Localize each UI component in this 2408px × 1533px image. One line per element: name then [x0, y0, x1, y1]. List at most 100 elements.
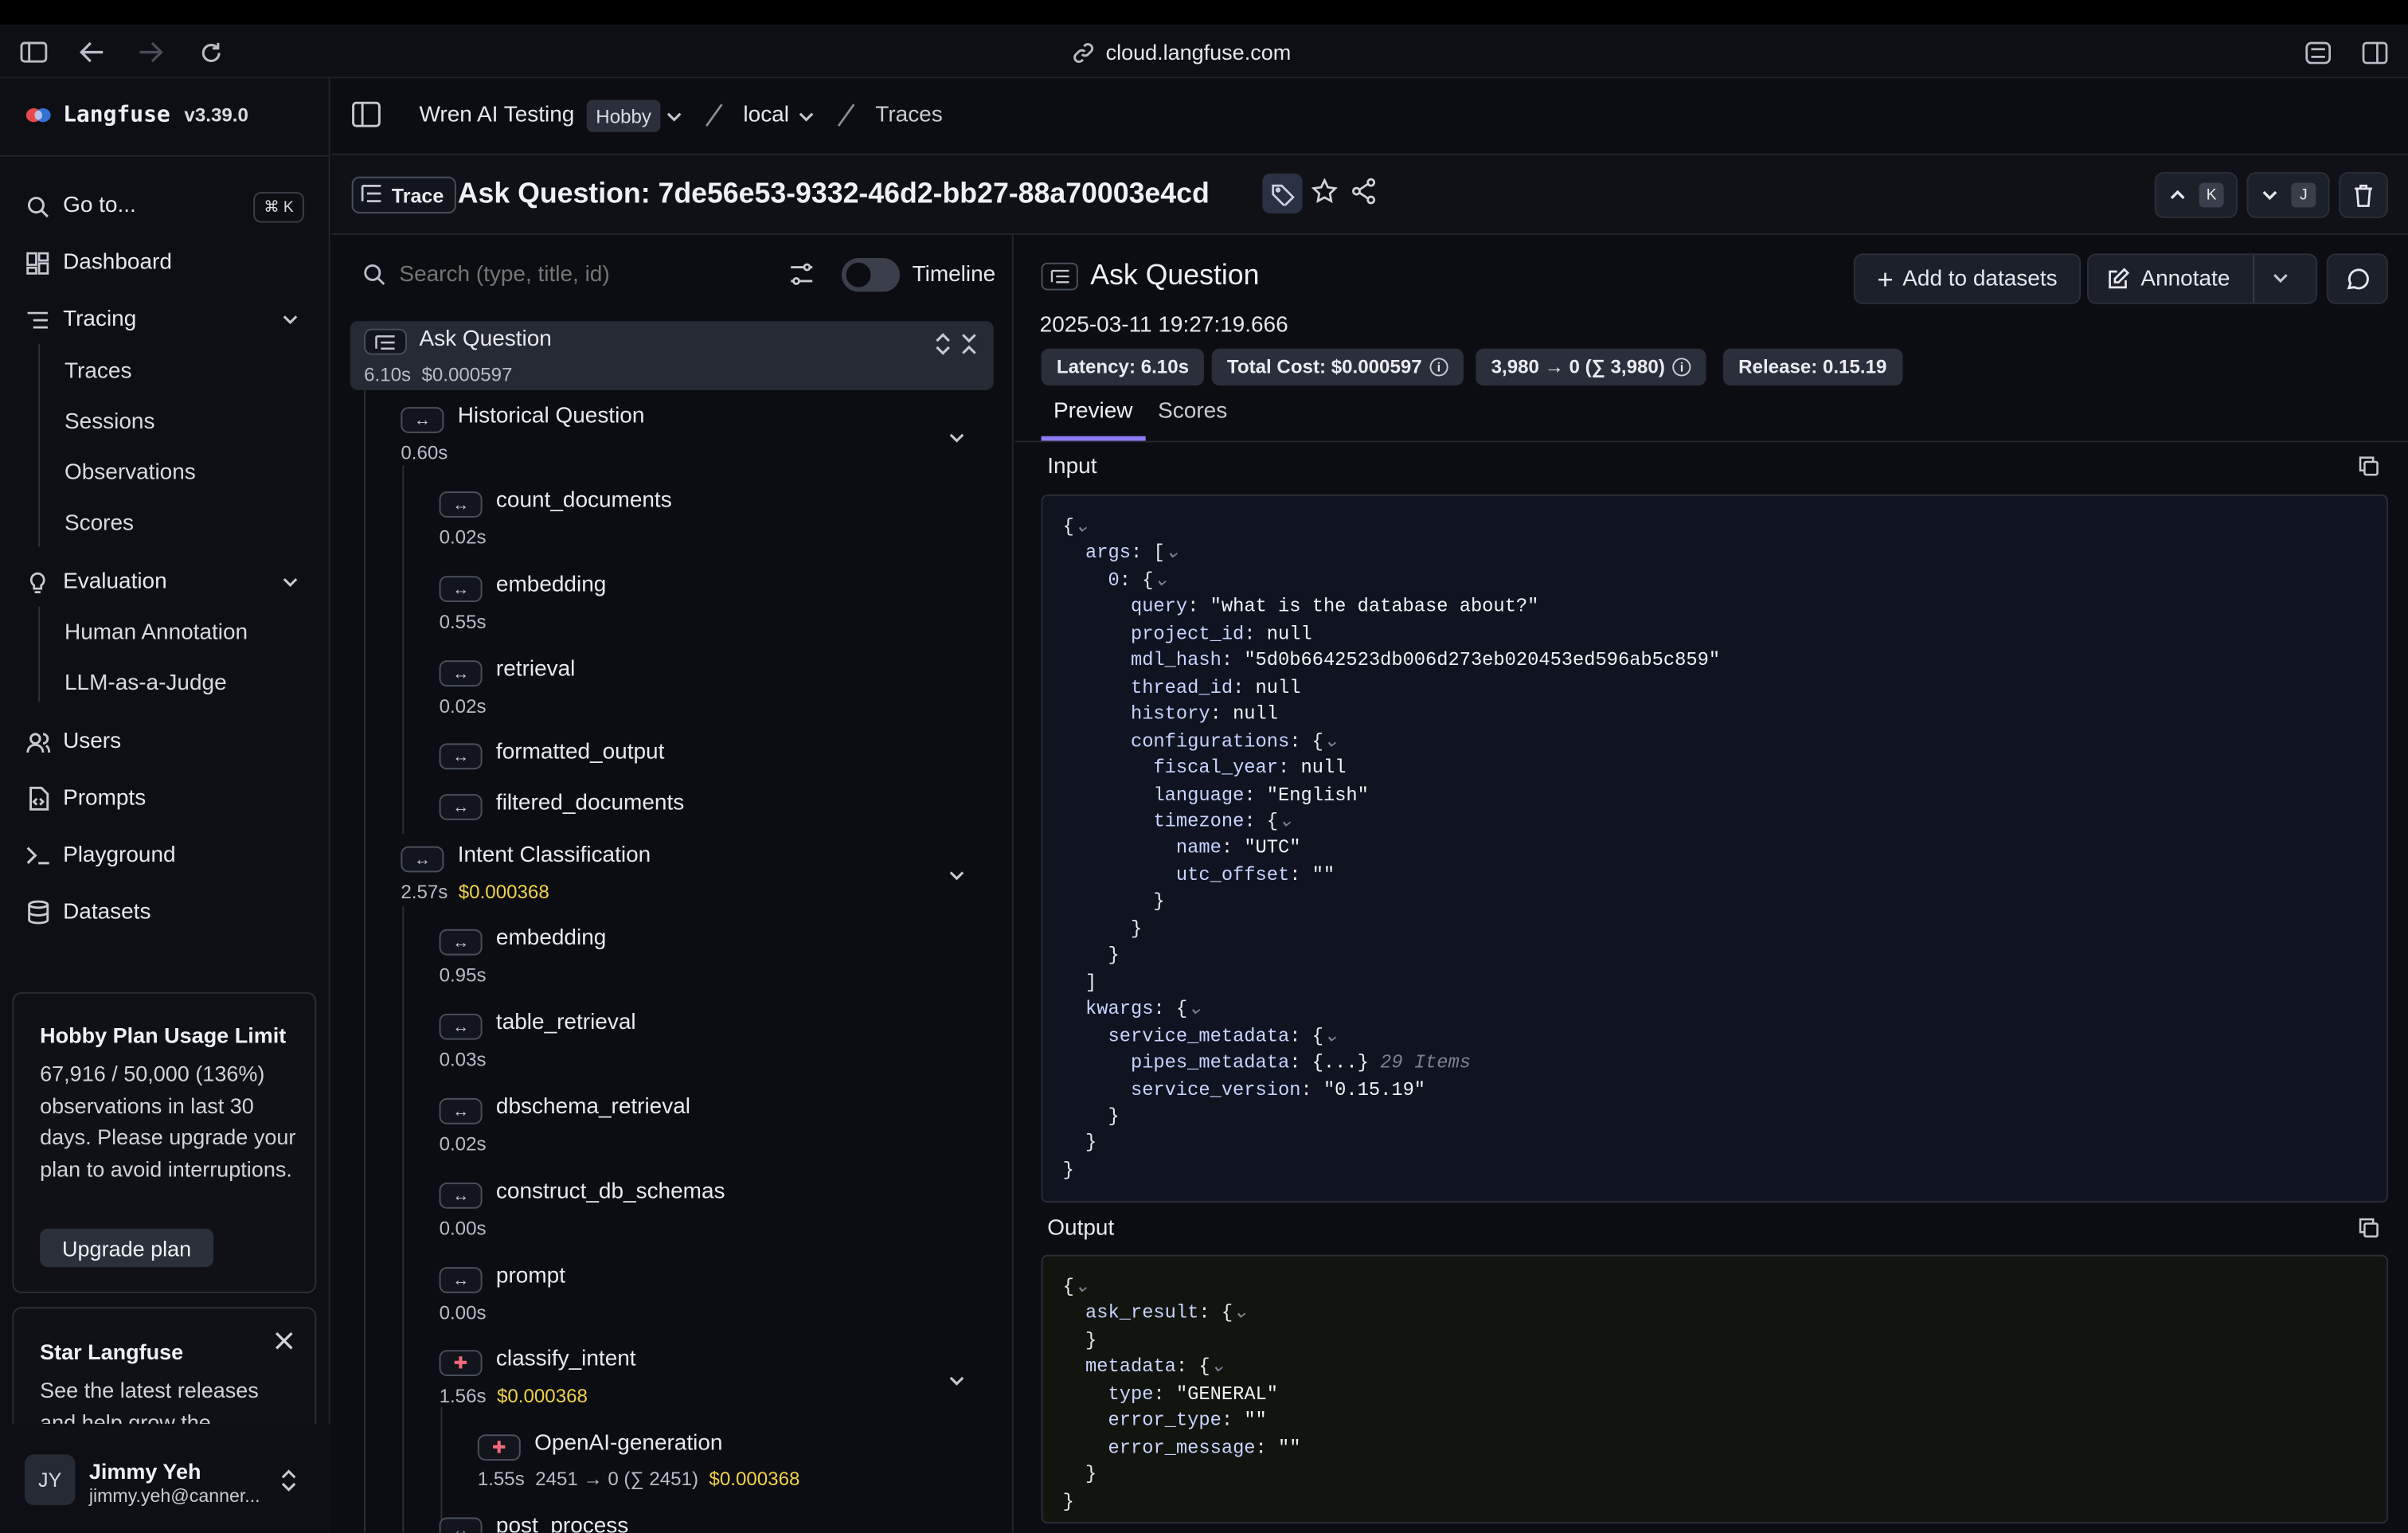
copy-icon[interactable] — [2359, 1218, 2380, 1239]
chevron-down-icon[interactable] — [946, 865, 971, 890]
tree-node-duration: 0.00s — [439, 1302, 487, 1324]
close-icon[interactable] — [275, 1330, 296, 1351]
trash-icon — [2355, 183, 2372, 206]
chevron-down-icon[interactable] — [796, 106, 820, 131]
sidebar-item-sessions[interactable]: Sessions — [64, 410, 154, 435]
tree-node-name[interactable]: post_process — [496, 1515, 628, 1533]
span-icon: ↔ — [439, 1013, 483, 1040]
collapse-icon[interactable] — [960, 332, 981, 357]
span-icon: ↔ — [401, 407, 444, 433]
span-icon: ↔ — [439, 576, 483, 602]
timeline-toggle[interactable] — [841, 257, 901, 292]
sidebar-item-traces[interactable]: Traces — [64, 359, 131, 384]
annotate-menu-chevron-icon[interactable] — [2271, 268, 2296, 292]
sidebar-item-llm-judge[interactable]: LLM-as-a-Judge — [64, 671, 227, 696]
tree-line — [402, 905, 405, 1533]
add-to-datasets-button[interactable]: + Add to datasets — [1853, 253, 2082, 304]
user-menu[interactable]: JY Jimmy Yeh jimmy.yeh@canner... — [0, 1423, 330, 1533]
chevron-down-icon[interactable] — [280, 571, 304, 596]
usage-limit-card: Hobby Plan Usage Limit 67,916 / 50,000 (… — [12, 991, 317, 1293]
reload-icon[interactable] — [195, 37, 226, 68]
forward-arrow-icon[interactable] — [135, 37, 166, 68]
sidebar-item-human-annotation[interactable]: Human Annotation — [64, 620, 248, 645]
next-trace-button[interactable]: J — [2246, 171, 2330, 218]
tree-node-name[interactable]: Intent Classification — [458, 843, 651, 868]
span-icon: ↔ — [439, 660, 483, 687]
timeline-label: Timeline — [912, 262, 996, 287]
copy-icon[interactable] — [2359, 456, 2380, 478]
tree-node-name[interactable]: prompt — [496, 1264, 565, 1289]
sidebar-item-prompts[interactable]: Prompts — [25, 780, 146, 817]
sidebar-item-users[interactable]: Users — [25, 723, 121, 760]
chevron-down-icon[interactable] — [946, 427, 971, 452]
release-pill: Release: 0.15.19 — [1722, 348, 1902, 386]
chevron-down-icon[interactable] — [663, 106, 688, 131]
sidebar-item-dashboard[interactable]: Dashboard — [25, 244, 172, 281]
output-json-viewer[interactable]: {⌄ ask_result: {⌄ } metadata: {⌄ type: "… — [1041, 1254, 2388, 1524]
chevron-down-icon[interactable] — [946, 1370, 971, 1394]
tree-node-name[interactable]: filtered_documents — [496, 791, 684, 815]
tree-node-name[interactable]: retrieval — [496, 657, 575, 682]
span-icon: ↔ — [439, 929, 483, 956]
tree-node-name[interactable]: classify_intent — [496, 1347, 636, 1371]
trace-icon — [364, 328, 408, 355]
annotate-label: Annotate — [2140, 266, 2230, 291]
tab-scores[interactable]: Scores — [1158, 399, 1227, 424]
chevron-down-icon[interactable] — [280, 309, 304, 334]
slash-separator-icon — [703, 103, 725, 127]
span-icon: ↔ — [401, 846, 444, 873]
panel-left-icon[interactable] — [352, 101, 383, 129]
evaluation-subtree-line — [38, 606, 41, 702]
sidebar-toggle-icon[interactable] — [18, 37, 49, 68]
sidebar-label-users: Users — [63, 729, 122, 754]
upgrade-plan-button[interactable]: Upgrade plan — [40, 1228, 214, 1268]
tree-node-name[interactable]: dbschema_retrieval — [496, 1095, 690, 1120]
trace-header: Trace Ask Question: 7de56e53-9332-46d2-b… — [331, 154, 2408, 236]
sidebar-item-scores[interactable]: Scores — [64, 511, 134, 536]
comment-button[interactable] — [2326, 253, 2388, 304]
tree-search-input[interactable] — [399, 256, 768, 294]
tree-node-name[interactable]: formatted_output — [496, 741, 664, 765]
sidebar-item-playground[interactable]: Playground — [25, 837, 176, 874]
share-icon[interactable] — [1351, 178, 1379, 206]
tag-icon[interactable] — [1262, 173, 1303, 214]
tree-node-name[interactable]: Historical Question — [458, 404, 645, 428]
input-json-viewer[interactable]: {⌄ args: [⌄ 0: {⌄ query: "what is the da… — [1041, 494, 2388, 1203]
sidebar-item-observations[interactable]: Observations — [64, 461, 196, 486]
sidebar-item-evaluation[interactable]: Evaluation — [25, 564, 167, 600]
chevron-up-icon — [2170, 190, 2185, 199]
sidebar-item-datasets[interactable]: Datasets — [25, 894, 151, 930]
filter-settings-icon[interactable] — [789, 263, 814, 287]
prev-trace-button[interactable]: K — [2154, 171, 2238, 218]
expand-icon[interactable] — [934, 332, 956, 357]
sidebar-divider — [0, 154, 330, 157]
breadcrumb-page[interactable]: Traces — [875, 103, 942, 127]
tree-node-name[interactable]: OpenAI-generation — [534, 1431, 722, 1456]
next-shortcut-key: J — [2291, 182, 2316, 208]
sidebar-item-goto[interactable]: Go to... — [25, 187, 136, 224]
breadcrumb: Wren AI Testing Hobby local Traces — [331, 78, 2408, 155]
tree-node-duration: 0.00s — [439, 1218, 487, 1240]
tree-node-name[interactable]: embedding — [496, 573, 606, 597]
split-view-icon[interactable] — [2359, 37, 2390, 68]
tab-preview[interactable]: Preview — [1054, 399, 1132, 424]
tree-node-name[interactable]: count_documents — [496, 488, 672, 513]
breadcrumb-project[interactable]: Wren AI Testing — [419, 103, 574, 127]
app-name[interactable]: Langfuse — [63, 103, 170, 127]
tree-node-name[interactable]: construct_db_schemas — [496, 1179, 725, 1204]
tree-node-duration: 0.02s — [439, 695, 487, 718]
breadcrumb-env[interactable]: local — [743, 103, 789, 127]
chevrons-up-down-icon — [280, 1468, 301, 1493]
star-card-title: Star Langfuse — [40, 1339, 184, 1364]
tree-node-name[interactable]: embedding — [496, 926, 606, 951]
star-icon[interactable] — [1311, 178, 1339, 206]
sidebar-item-tracing[interactable]: Tracing — [25, 301, 136, 338]
tree-node-name[interactable]: table_retrieval — [496, 1011, 636, 1035]
tree-node-duration: 0.60s — [401, 442, 448, 464]
extensions-icon[interactable] — [2302, 37, 2333, 68]
address-bar-url[interactable]: cloud.langfuse.com — [1106, 40, 1292, 65]
delete-button[interactable] — [2339, 171, 2388, 218]
tree-node-meta: 1.55s 2451 → 0 (∑ 2451) $0.000368 — [477, 1468, 800, 1490]
back-arrow-icon[interactable] — [76, 37, 108, 68]
plus-icon: + — [1877, 263, 1894, 295]
